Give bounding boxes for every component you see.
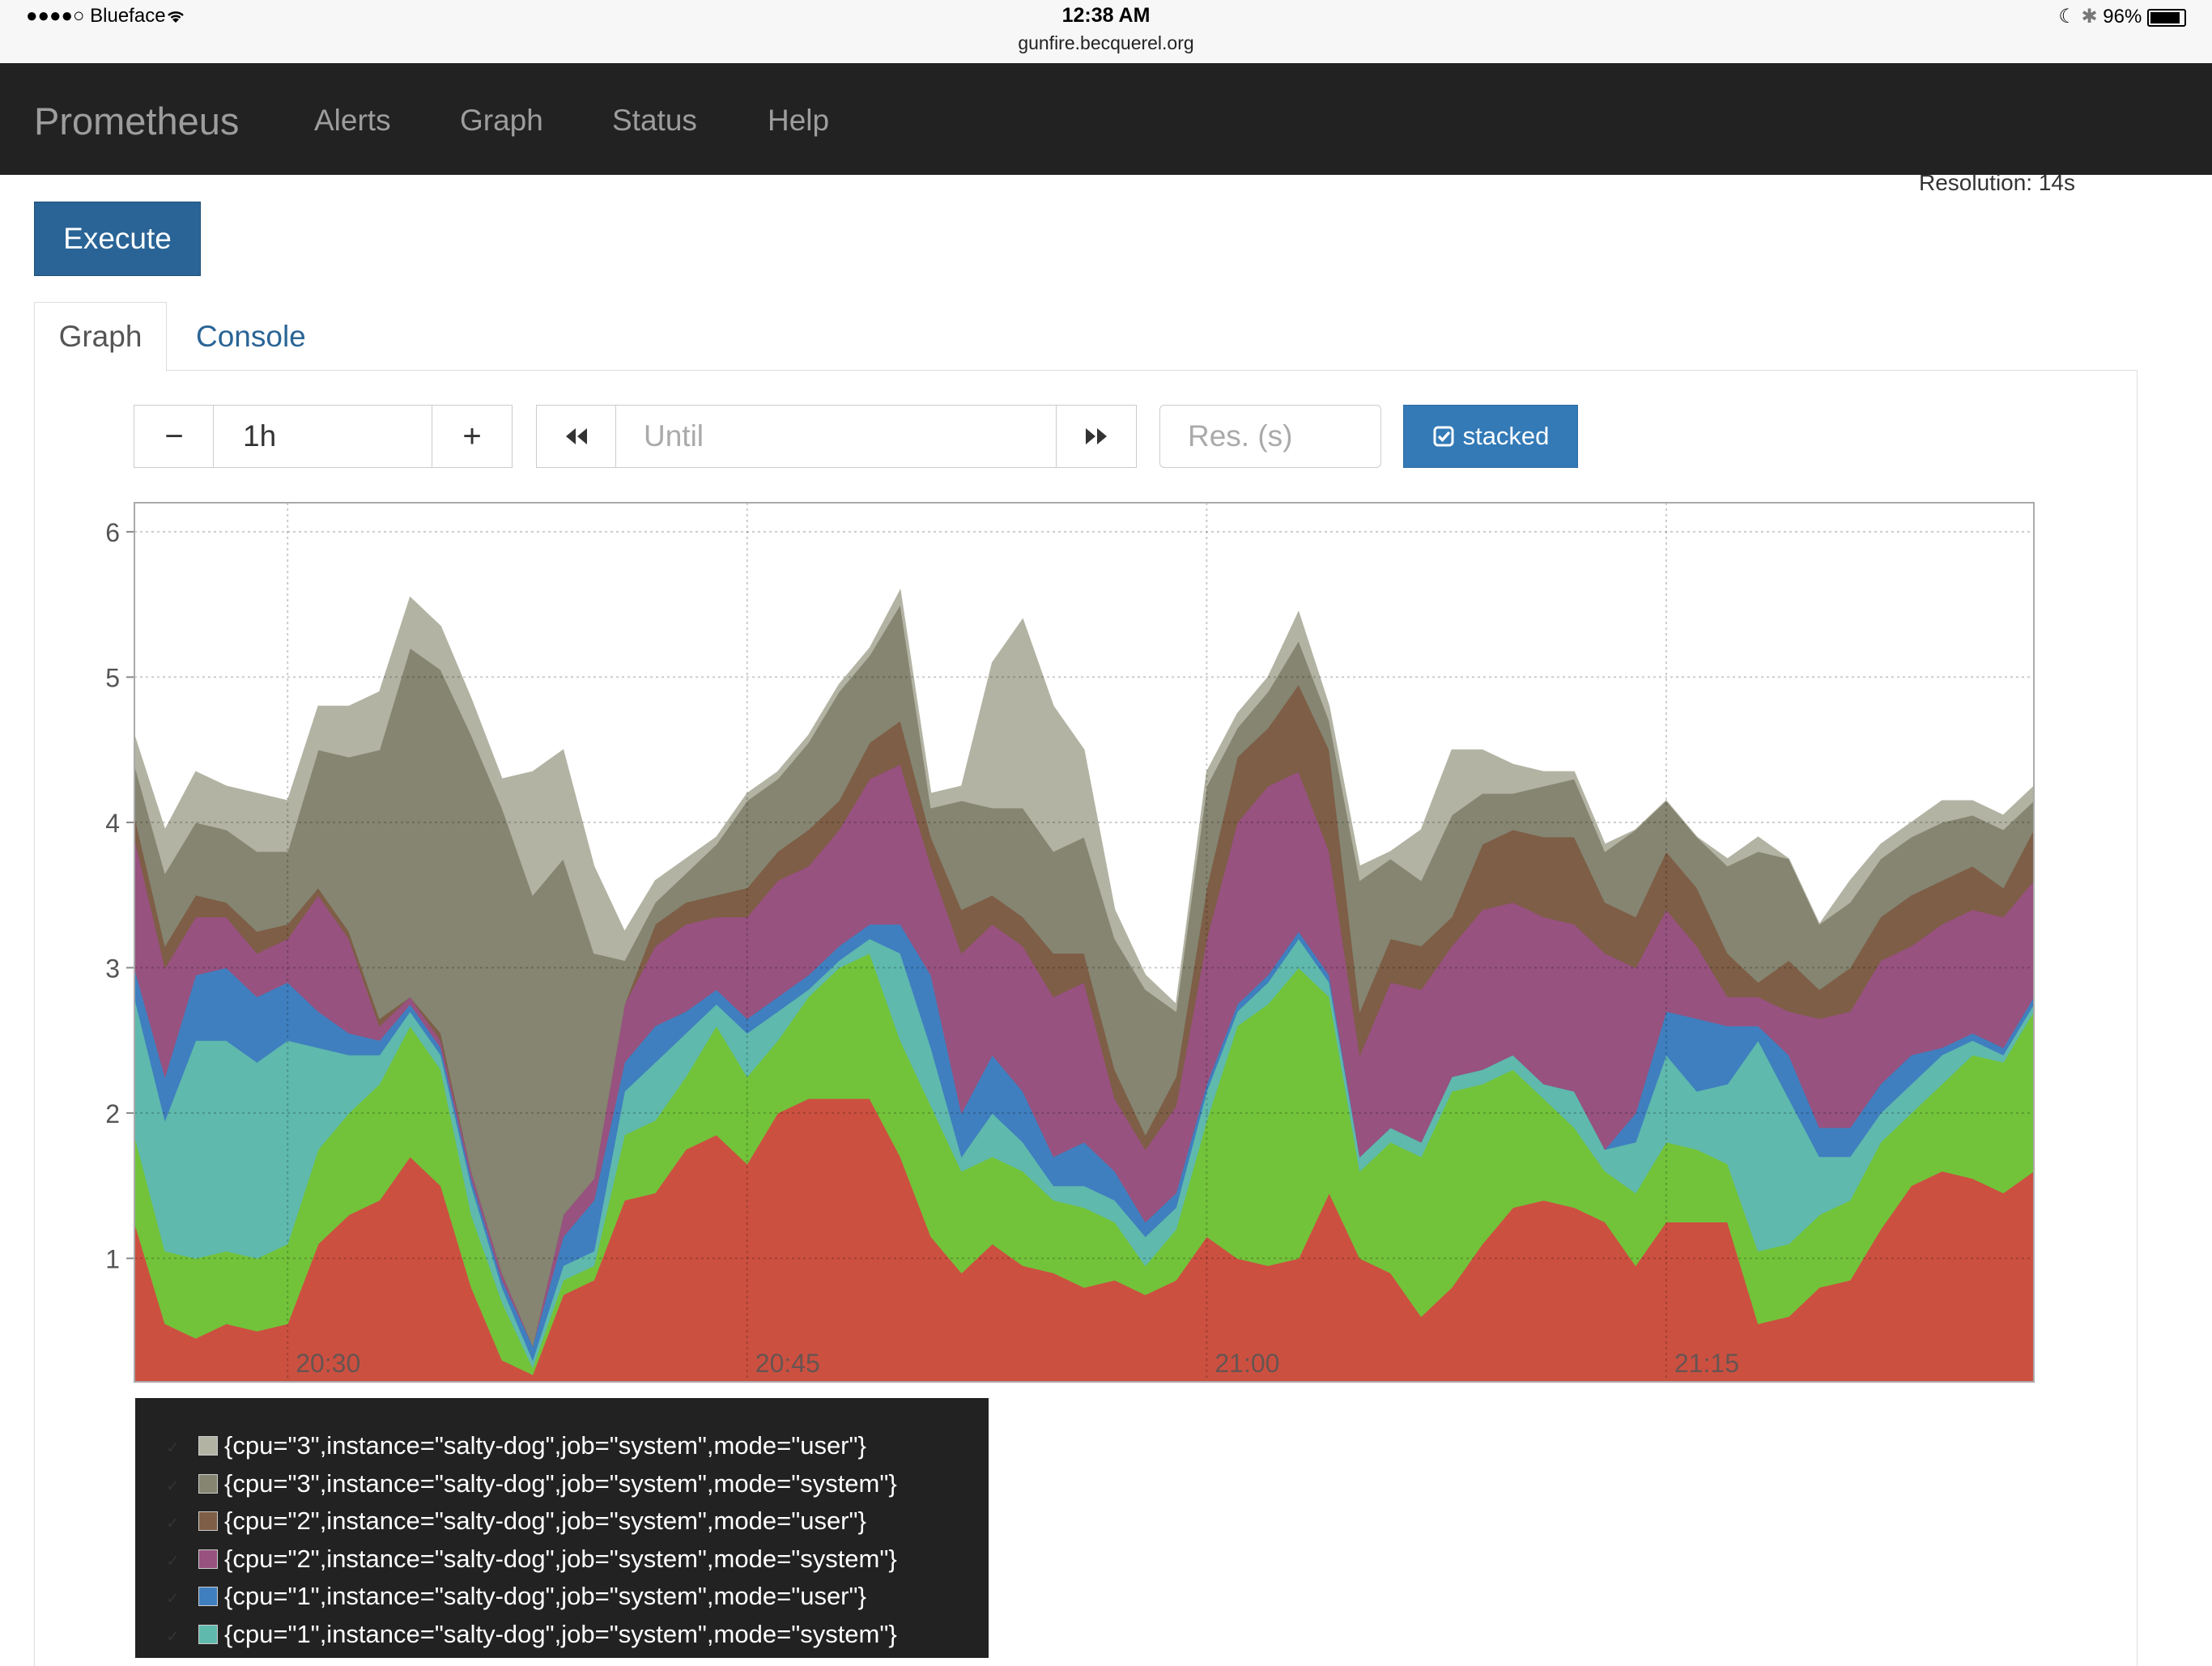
resolution-label: Resolution: 14s	[1919, 170, 2076, 195]
fast-backward-icon	[566, 428, 587, 444]
clock: 12:38 AM	[1061, 4, 1151, 27]
tab-console[interactable]: Console	[196, 302, 306, 372]
legend-item[interactable]: {cpu="3",instance="salty-dog",job="syste…	[198, 1465, 897, 1502]
legend-swatch	[198, 1624, 218, 1644]
legend-swatch	[198, 1511, 218, 1531]
legend-item[interactable]: {cpu="3",instance="salty-dog",job="syste…	[198, 1427, 866, 1464]
legend-swatch	[198, 1587, 218, 1606]
legend-label: {cpu="3",instance="salty-dog",job="syste…	[224, 1431, 866, 1460]
y-tick-label: 3	[105, 954, 120, 983]
range-decrease-button[interactable]: −	[134, 405, 215, 468]
legend-toggle-icon[interactable]: ✓	[166, 1476, 182, 1495]
legend-label: {cpu="2",instance="salty-dog",job="syste…	[224, 1507, 866, 1535]
legend-toggle-icon[interactable]: ✓	[166, 1438, 182, 1457]
tab-graph[interactable]: Graph	[34, 302, 167, 372]
stacked-label: stacked	[1462, 422, 1550, 450]
legend-swatch	[198, 1473, 218, 1494]
nav-graph[interactable]: Graph	[460, 104, 543, 138]
y-tick-label: 4	[105, 809, 120, 838]
graph-legend: ✓ {cpu="3",instance="salty-dog",job="syst…	[135, 1398, 989, 1658]
brand-prometheus[interactable]: Prometheus	[34, 99, 239, 143]
legend-item[interactable]: {cpu="1",instance="salty-dog",job="syste…	[198, 1616, 897, 1653]
nav-alerts[interactable]: Alerts	[314, 104, 391, 138]
nav-status[interactable]: Status	[612, 104, 697, 138]
ios-status-bar: ●●●●○ Blueface 12:38 AM gunfire.becquere…	[0, 0, 2212, 64]
legend-toggle-icon[interactable]: ✓	[166, 1588, 182, 1608]
legend-label: {cpu="3",instance="salty-dog",job="syste…	[224, 1468, 897, 1498]
fast-forward-icon	[1086, 428, 1107, 444]
status-right: ☾ ✱ 96%	[2058, 5, 2186, 28]
address-url[interactable]: gunfire.becquerel.org	[0, 32, 2212, 54]
execute-button[interactable]: Execute	[34, 202, 201, 276]
legend-label: {cpu="1",instance="salty-dog",job="syste…	[224, 1582, 866, 1610]
y-tick-label: 6	[105, 518, 120, 547]
range-increase-button[interactable]: +	[432, 405, 513, 468]
top-navbar: Prometheus Alerts Graph Status Help	[0, 63, 2212, 175]
moon-icon: ☾	[2058, 6, 2076, 28]
stacked-toggle-button[interactable]: stacked	[1403, 405, 1578, 468]
bluetooth-icon: ✱	[2081, 6, 2098, 28]
until-input[interactable]: Until	[615, 405, 1057, 468]
battery-icon	[2147, 8, 2186, 27]
x-tick-label: 20:30	[296, 1349, 360, 1378]
check-square-icon	[1433, 426, 1454, 447]
y-tick-label: 2	[105, 1099, 120, 1128]
y-tick-label: 5	[105, 663, 120, 692]
time-forward-button[interactable]	[1056, 405, 1137, 468]
legend-toggle-icon[interactable]: ✓	[166, 1551, 182, 1570]
battery-percent: 96%	[2103, 6, 2142, 28]
x-tick-label: 20:45	[755, 1349, 820, 1378]
time-back-button[interactable]	[536, 405, 617, 468]
legend-item[interactable]: {cpu="2",instance="salty-dog",job="syste…	[198, 1502, 866, 1540]
legend-toggle-icon[interactable]: ✓	[166, 1626, 182, 1646]
legend-label: {cpu="1",instance="salty-dog",job="syste…	[224, 1619, 897, 1648]
x-tick-label: 21:00	[1214, 1349, 1279, 1378]
legend-item[interactable]: {cpu="1",instance="salty-dog",job="syste…	[198, 1578, 866, 1615]
resolution-input[interactable]: Res. (s)	[1159, 405, 1381, 468]
legend-item[interactable]: {cpu="2",instance="salty-dog",job="syste…	[198, 1541, 897, 1578]
x-tick-label: 21:15	[1674, 1349, 1739, 1378]
stacked-area-chart[interactable]: 1 2 3 4 5 6 20:30 20:45 21:00 21:15	[73, 498, 2040, 1388]
y-tick-label: 1	[105, 1244, 120, 1273]
legend-toggle-icon[interactable]: ✓	[166, 1513, 182, 1532]
nav-help[interactable]: Help	[768, 104, 829, 138]
range-input[interactable]: 1h	[213, 405, 433, 468]
legend-label: {cpu="2",instance="salty-dog",job="syste…	[224, 1544, 897, 1573]
legend-swatch	[198, 1549, 218, 1569]
legend-swatch	[198, 1436, 218, 1456]
